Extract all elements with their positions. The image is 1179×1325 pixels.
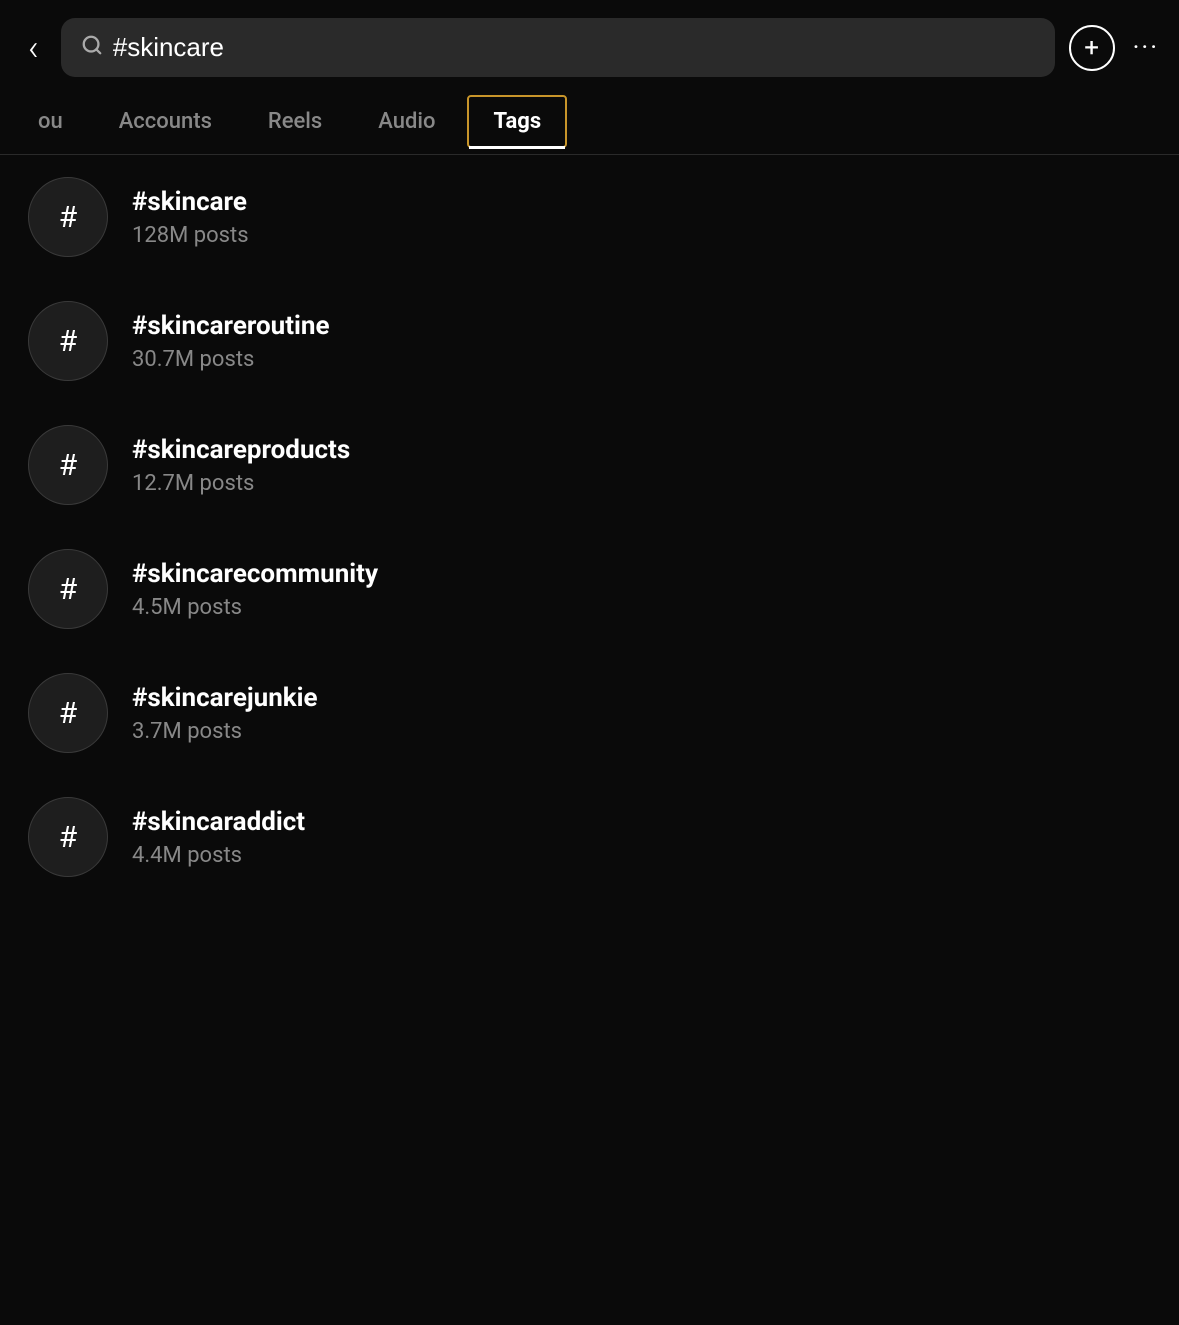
tab-reels[interactable]: Reels xyxy=(240,93,350,150)
tag-info: #skincareproducts 12.7M posts xyxy=(132,435,350,496)
list-item[interactable]: # #skincarejunkie 3.7M posts xyxy=(0,651,1179,775)
list-item[interactable]: # #skincare 128M posts xyxy=(0,155,1179,279)
tag-info: #skincarecommunity 4.5M posts xyxy=(132,559,378,620)
tab-accounts[interactable]: Accounts xyxy=(91,93,240,150)
header-actions: + ··· xyxy=(1069,25,1159,71)
tag-info: #skincareroutine 30.7M posts xyxy=(132,311,330,372)
tab-for-you[interactable]: ou xyxy=(10,93,91,150)
more-button[interactable]: ··· xyxy=(1133,33,1159,63)
list-item[interactable]: # #skincarecommunity 4.5M posts xyxy=(0,527,1179,651)
search-icon xyxy=(81,34,103,62)
tag-icon: # xyxy=(28,301,108,381)
tag-icon: # xyxy=(28,177,108,257)
tag-icon: # xyxy=(28,797,108,877)
search-input[interactable] xyxy=(113,32,1035,63)
tag-info: #skincarejunkie 3.7M posts xyxy=(132,683,318,744)
tag-icon: # xyxy=(28,673,108,753)
add-button[interactable]: + xyxy=(1069,25,1115,71)
tag-list: # #skincare 128M posts # #skincareroutin… xyxy=(0,155,1179,899)
search-bar[interactable] xyxy=(61,18,1055,77)
header: ‹ + ··· xyxy=(0,0,1179,89)
tab-audio[interactable]: Audio xyxy=(350,93,463,150)
tag-icon: # xyxy=(28,425,108,505)
tab-tags[interactable]: Tags xyxy=(467,95,567,148)
tag-info: #skincaraddict 4.4M posts xyxy=(132,807,305,868)
tag-info: #skincare 128M posts xyxy=(132,187,249,248)
back-button[interactable]: ‹ xyxy=(20,26,47,70)
list-item[interactable]: # #skincareproducts 12.7M posts xyxy=(0,403,1179,527)
list-item[interactable]: # #skincareroutine 30.7M posts xyxy=(0,279,1179,403)
tabs-bar: ou Accounts Reels Audio Tags xyxy=(0,89,1179,155)
tag-icon: # xyxy=(28,549,108,629)
list-item[interactable]: # #skincaraddict 4.4M posts xyxy=(0,775,1179,899)
